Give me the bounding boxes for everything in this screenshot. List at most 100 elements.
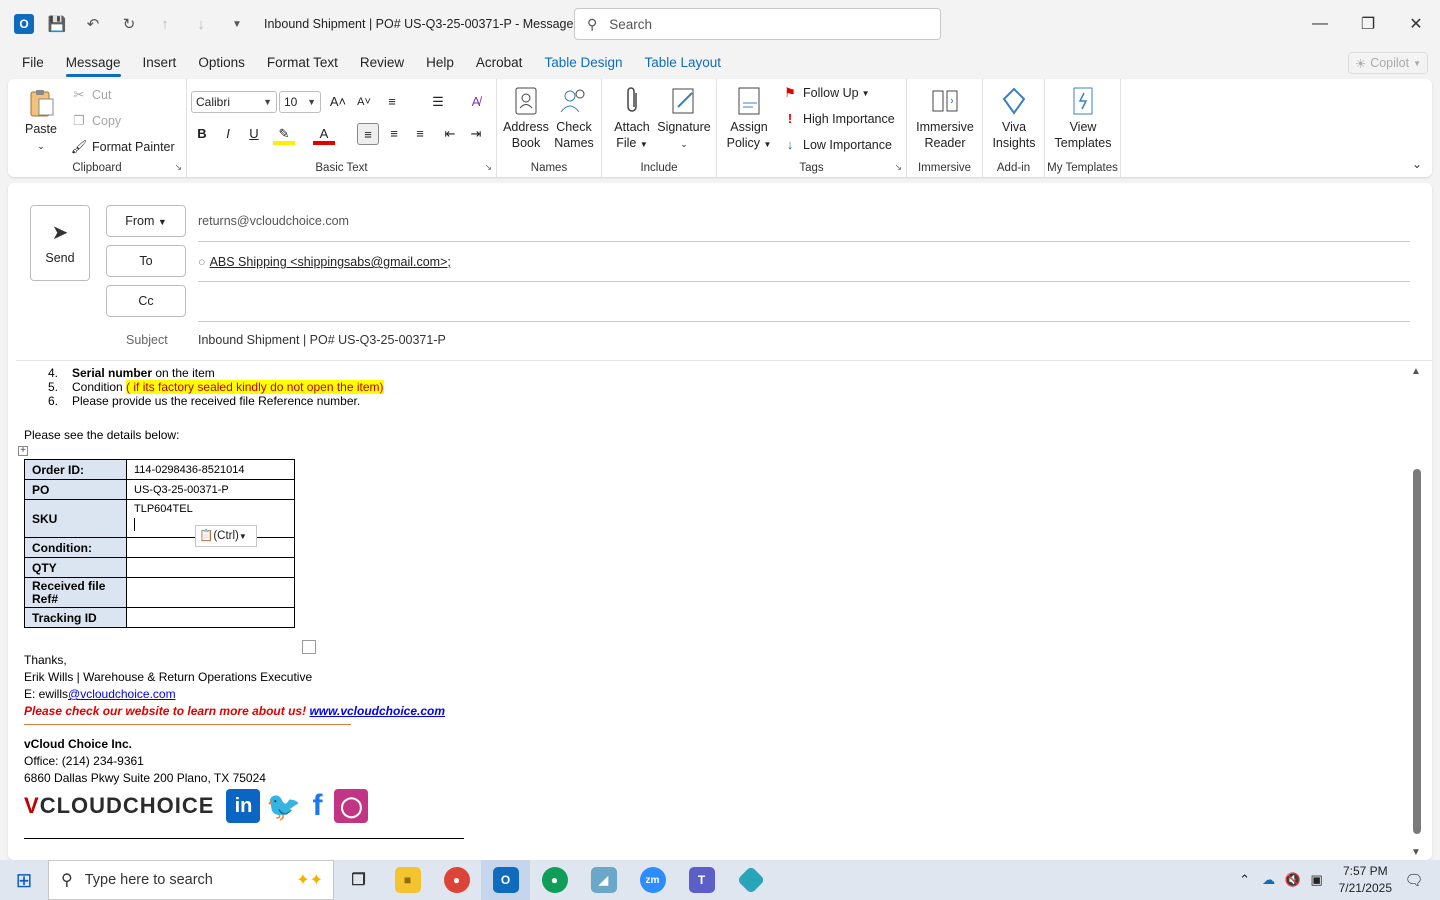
shrink-font-icon[interactable]: A˅ [353, 91, 375, 113]
immersive-reader-button[interactable]: Immersive Reader [911, 85, 979, 151]
send-button[interactable]: ➤ Send [30, 205, 90, 281]
grow-font-icon[interactable]: A˄ [327, 91, 349, 113]
cut-button[interactable]: ✂ Cut [70, 87, 112, 103]
table-value[interactable] [126, 557, 295, 578]
scroll-down-icon[interactable]: ▼ [1411, 847, 1421, 858]
underline-icon[interactable]: U [243, 123, 265, 145]
tab-format-text[interactable]: Format Text [256, 48, 349, 78]
increase-indent-icon[interactable]: ⇥ [465, 123, 487, 145]
low-importance-button[interactable]: ↓ Low Importance [781, 137, 892, 152]
app-diamond-icon[interactable] [726, 860, 775, 900]
assign-policy-button[interactable]: Assign Policy ▼ [725, 85, 773, 153]
paste-button[interactable]: Paste ⌄ [22, 87, 60, 154]
copilot-button[interactable]: ☀ Copilot ▼ [1348, 52, 1428, 74]
windows-start-icon[interactable]: ⊞ [0, 860, 48, 900]
viva-insights-button[interactable]: Viva Insights [987, 85, 1041, 151]
to-field[interactable]: ○ ABS Shipping <shippingsabs@gmail.com>; [198, 255, 451, 269]
search-box[interactable]: ⚲ Search [574, 8, 941, 40]
zoom-icon[interactable]: zm [628, 860, 677, 900]
italic-icon[interactable]: I [217, 123, 239, 145]
message-body[interactable]: 4. Serial number on the item 5. Condition … [18, 364, 1414, 860]
bullets-icon[interactable]: ≡ [381, 91, 403, 113]
collapse-ribbon-icon[interactable]: ⌄ [1412, 157, 1422, 171]
dialog-launcher-icon[interactable]: ↘ [174, 162, 182, 173]
to-recipient[interactable]: ABS Shipping <shippingsabs@gmail.com>; [210, 255, 451, 269]
scroll-thumb[interactable] [1413, 469, 1421, 834]
tab-message[interactable]: Message [55, 48, 132, 78]
onedrive-icon[interactable]: ☁ [1257, 872, 1281, 888]
table-value[interactable]: 114-0298436-8521014 [126, 459, 295, 480]
table-move-handle-icon[interactable]: + [18, 446, 28, 456]
minimize-button[interactable]: — [1297, 8, 1343, 40]
notifications-icon[interactable]: 🗨 [1402, 871, 1426, 889]
clear-formatting-icon[interactable]: A̸ [465, 91, 487, 113]
facebook-icon[interactable]: f [306, 789, 328, 823]
high-importance-button[interactable]: ! High Importance [781, 111, 895, 126]
attach-file-button[interactable]: Attach File ▼ [610, 85, 654, 153]
tab-review[interactable]: Review [349, 48, 415, 78]
twitter-icon[interactable]: 🐦 [266, 789, 301, 823]
format-painter-button[interactable]: 🖌 Format Painter [70, 139, 175, 155]
dialog-launcher-icon[interactable]: ↘ [894, 162, 902, 173]
scroll-up-icon[interactable]: ▲ [1411, 366, 1421, 377]
tab-table-design[interactable]: Table Design [533, 48, 633, 78]
check-names-button[interactable]: Check Names [551, 85, 597, 151]
network-icon[interactable]: ▣ [1305, 872, 1329, 888]
vertical-scrollbar[interactable]: ▲ ▼ [1410, 364, 1424, 860]
view-templates-button[interactable]: View Templates [1049, 85, 1117, 151]
save-icon[interactable]: 💾 [44, 11, 70, 37]
numbering-icon[interactable]: ☰ [427, 91, 449, 113]
task-view-icon[interactable]: ❐ [334, 860, 383, 900]
table-value[interactable] [126, 607, 295, 628]
bold-icon[interactable]: B [191, 123, 213, 145]
instagram-icon[interactable]: ◯ [334, 789, 369, 823]
outlook-taskbar-icon[interactable]: O [481, 860, 530, 900]
follow-up-button[interactable]: ⚑ Follow Up ▼ [781, 85, 869, 101]
close-button[interactable]: ✕ [1393, 8, 1439, 40]
to-button[interactable]: To [106, 245, 186, 277]
tab-insert[interactable]: Insert [132, 48, 188, 78]
highlight-icon[interactable]: ✎ [273, 123, 295, 145]
tab-help[interactable]: Help [415, 48, 465, 78]
tab-table-layout[interactable]: Table Layout [633, 48, 732, 78]
align-center-icon[interactable]: ≡ [383, 123, 405, 145]
redo-icon[interactable]: ↻ [116, 11, 142, 37]
table-value[interactable] [126, 577, 295, 608]
chrome-profile-icon[interactable]: ● [530, 860, 579, 900]
customize-toolbar-icon[interactable]: ▼ [224, 11, 250, 37]
address-book-button[interactable]: Address Book [503, 85, 549, 151]
linkedin-icon[interactable]: in [226, 789, 261, 823]
align-left-icon[interactable]: ≡ [357, 123, 379, 145]
from-value[interactable]: returns@vcloudchoice.com [198, 214, 349, 228]
tab-file[interactable]: File [11, 48, 55, 78]
signature-button[interactable]: Signature ⌄ [656, 85, 712, 152]
edge-icon[interactable]: ◢ [579, 860, 628, 900]
taskbar-search[interactable]: ⚲ Type here to search ✦✦ [48, 860, 334, 900]
subject-input[interactable]: Inbound Shipment | PO# US-Q3-25-00371-P [198, 333, 446, 347]
align-right-icon[interactable]: ≡ [409, 123, 431, 145]
font-size-select[interactable]: 10 ▼ [279, 91, 321, 113]
table-value[interactable]: US-Q3-25-00371-P [126, 479, 295, 500]
cc-button[interactable]: Cc [106, 285, 186, 317]
email-link[interactable]: @vcloudchoice.com [68, 687, 176, 701]
down-arrow-icon[interactable]: ↓ [188, 11, 214, 37]
decrease-indent-icon[interactable]: ⇤ [439, 123, 461, 145]
file-explorer-icon[interactable]: ■ [383, 860, 432, 900]
restore-button[interactable]: ❐ [1345, 8, 1391, 40]
website-link[interactable]: www.vcloudchoice.com [309, 704, 445, 718]
chrome-icon[interactable]: ● [432, 860, 481, 900]
tab-acrobat[interactable]: Acrobat [465, 48, 534, 78]
copy-button[interactable]: ❐ Copy [70, 113, 121, 129]
from-button[interactable]: From ▼ [106, 205, 186, 237]
teams-icon[interactable]: T [677, 860, 726, 900]
font-name-select[interactable]: Calibri ▼ [191, 91, 277, 113]
speaker-muted-icon[interactable]: 🔇 [1281, 872, 1305, 888]
paste-options-button[interactable]: 📋(Ctrl)▼ [195, 525, 257, 547]
undo-icon[interactable]: ↶ [80, 11, 106, 37]
tab-options[interactable]: Options [187, 48, 256, 78]
table-resize-handle[interactable] [302, 640, 316, 654]
show-hidden-icons-icon[interactable]: ⌃ [1233, 872, 1257, 888]
up-arrow-icon[interactable]: ↑ [152, 11, 178, 37]
dialog-launcher-icon[interactable]: ↘ [484, 162, 492, 173]
clock[interactable]: 7:57 PM 7/21/2025 [1339, 863, 1392, 897]
